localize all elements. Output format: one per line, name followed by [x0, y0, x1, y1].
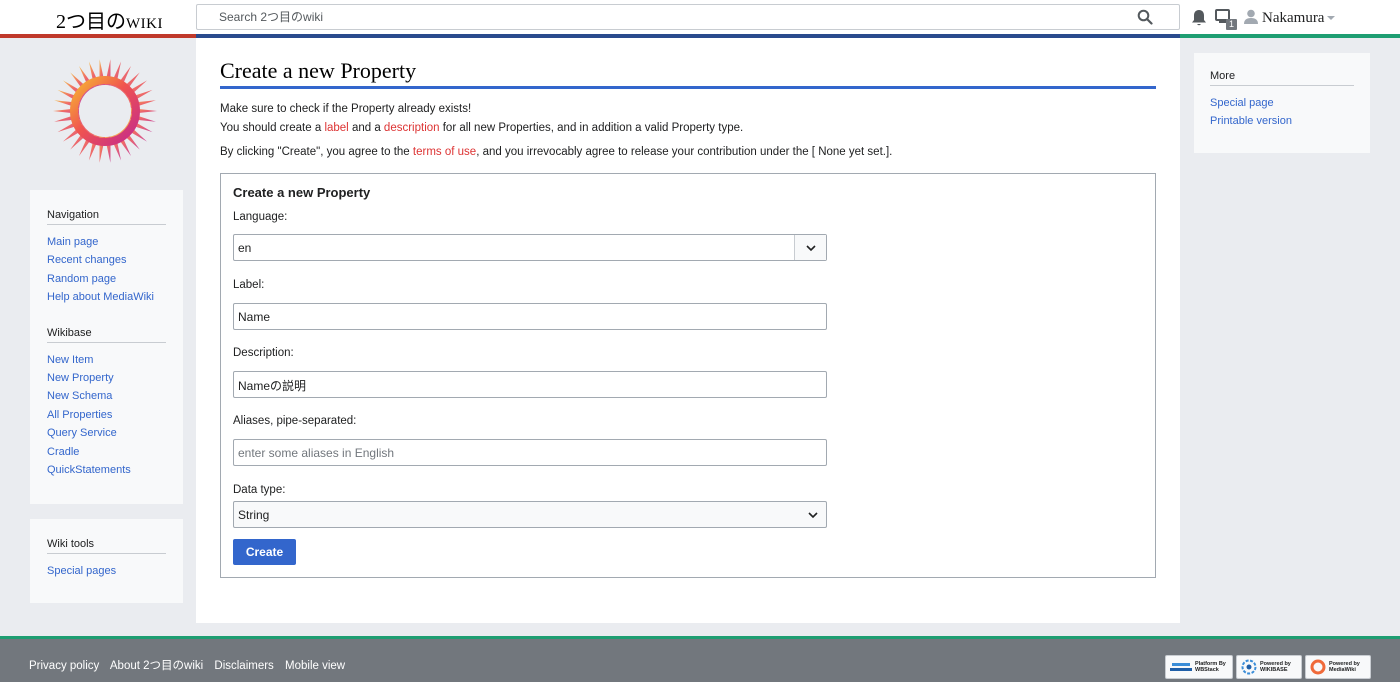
description-input[interactable]	[238, 378, 798, 392]
page-title: Create a new Property	[220, 58, 1156, 89]
intro-line-1: Make sure to check if the Property alrea…	[220, 103, 472, 115]
sidebar-item-recent-changes[interactable]: Recent changes	[47, 254, 127, 266]
wiki-tools-portlet: Wiki tools Special pages	[30, 519, 183, 603]
footer-mobile-view-link[interactable]: Mobile view	[285, 660, 345, 672]
label-input[interactable]	[238, 310, 798, 324]
navigation-portlet: Navigation Main page Recent changes Rand…	[30, 190, 183, 504]
wbstack-icon	[1170, 663, 1192, 671]
wikibase-icon	[1241, 659, 1257, 675]
wikibase-group: Wikibase New Item New Property New Schem…	[47, 327, 166, 480]
page-footer: Privacy policy About 2つ目のwiki Disclaimer…	[0, 636, 1400, 682]
license-notice: By clicking "Create", you agree to the t…	[220, 146, 893, 158]
aliases-field[interactable]	[233, 439, 827, 466]
main-content: Create a new Property Make sure to check…	[196, 38, 1180, 623]
user-menu[interactable]: Nakamura	[1262, 10, 1324, 27]
site-suffix: WIKI	[126, 16, 163, 32]
footer-links: Privacy policy About 2つ目のwiki Disclaimer…	[29, 657, 353, 673]
more-portlet: More Special page Printable version	[1194, 53, 1370, 153]
intro-text: Make sure to check if the Property alrea…	[220, 100, 743, 137]
description-link[interactable]: description	[384, 122, 440, 134]
sidebar-item-all-properties[interactable]: All Properties	[47, 409, 112, 421]
user-icon	[1244, 9, 1258, 24]
sidebar-item-new-property[interactable]: New Property	[47, 372, 114, 384]
wbstack-badge[interactable]: Platform By WBStack	[1165, 655, 1233, 679]
language-label: Language:	[233, 211, 288, 223]
label-field-label: Label:	[233, 279, 265, 291]
more-item-special-page[interactable]: Special page	[1210, 97, 1274, 109]
site-logo-icon[interactable]	[52, 58, 158, 164]
search-icon[interactable]	[1137, 9, 1153, 25]
wiki-tools-heading: Wiki tools	[47, 538, 166, 554]
wiki-tools-list: Special pages	[47, 562, 166, 580]
wikibase-badge[interactable]: Powered by WIKIBASE	[1236, 655, 1302, 679]
search-box[interactable]	[196, 4, 1180, 30]
sidebar-item-quickstatements[interactable]: QuickStatements	[47, 464, 131, 476]
terms-of-use-link[interactable]: terms of use	[413, 146, 476, 158]
intro-line-2: You should create a label and a descript…	[220, 121, 744, 134]
mediawiki-icon	[1310, 659, 1326, 675]
navigation-list: Main page Recent changes Random page Hel…	[47, 233, 166, 307]
site-name: 2つ目の	[56, 11, 126, 33]
notification-badge[interactable]: 1	[1226, 19, 1237, 30]
mediawiki-badge[interactable]: Powered by MediaWiki	[1305, 655, 1371, 679]
sidebar-item-query-service[interactable]: Query Service	[47, 427, 117, 439]
sidebar-item-main-page[interactable]: Main page	[47, 236, 98, 248]
sidebar-item-help[interactable]: Help about MediaWiki	[47, 291, 154, 303]
language-dropdown-button[interactable]	[794, 235, 826, 260]
top-header: 2つ目のWIKI 1 Nakamura	[0, 0, 1400, 38]
site-wordmark[interactable]: 2つ目のWIKI	[56, 5, 163, 34]
wikibase-heading: Wikibase	[47, 327, 166, 343]
language-combobox[interactable]	[233, 234, 827, 261]
wikibase-list: New Item New Property New Schema All Pro…	[47, 351, 166, 480]
chevron-down-icon	[808, 512, 818, 519]
label-link[interactable]: label	[324, 122, 348, 134]
more-heading: More	[1210, 70, 1354, 86]
sidebar-item-new-schema[interactable]: New Schema	[47, 390, 112, 402]
sidebar-item-new-item[interactable]: New Item	[47, 354, 93, 366]
label-field[interactable]	[233, 303, 827, 330]
create-property-form: Create a new Property Language: Label: D…	[220, 173, 1156, 578]
sidebar-item-cradle[interactable]: Cradle	[47, 446, 79, 458]
chevron-down-icon	[806, 245, 816, 252]
navigation-heading: Navigation	[47, 209, 166, 225]
sidebar-item-random-page[interactable]: Random page	[47, 273, 116, 285]
description-field-label: Description:	[233, 347, 294, 359]
footer-privacy-link[interactable]: Privacy policy	[29, 660, 99, 672]
search-input[interactable]	[219, 10, 1119, 24]
create-button[interactable]: Create	[233, 539, 296, 565]
datatype-field-label: Data type:	[233, 484, 286, 496]
form-legend: Create a new Property	[233, 185, 371, 200]
language-input[interactable]	[238, 241, 798, 255]
bell-icon[interactable]	[1191, 9, 1207, 27]
more-item-printable-version[interactable]: Printable version	[1210, 115, 1292, 127]
chevron-down-icon[interactable]	[1327, 16, 1335, 20]
sidebar-item-special-pages[interactable]: Special pages	[47, 565, 116, 577]
datatype-value: String	[238, 508, 270, 522]
aliases-field-label: Aliases, pipe-separated:	[233, 415, 357, 427]
footer-disclaimers-link[interactable]: Disclaimers	[214, 660, 273, 672]
description-field[interactable]	[233, 371, 827, 398]
datatype-select[interactable]: String	[233, 501, 827, 528]
footer-about-link[interactable]: About 2つ目のwiki	[110, 660, 203, 672]
more-list: Special page Printable version	[1210, 94, 1354, 131]
aliases-input[interactable]	[238, 446, 798, 460]
